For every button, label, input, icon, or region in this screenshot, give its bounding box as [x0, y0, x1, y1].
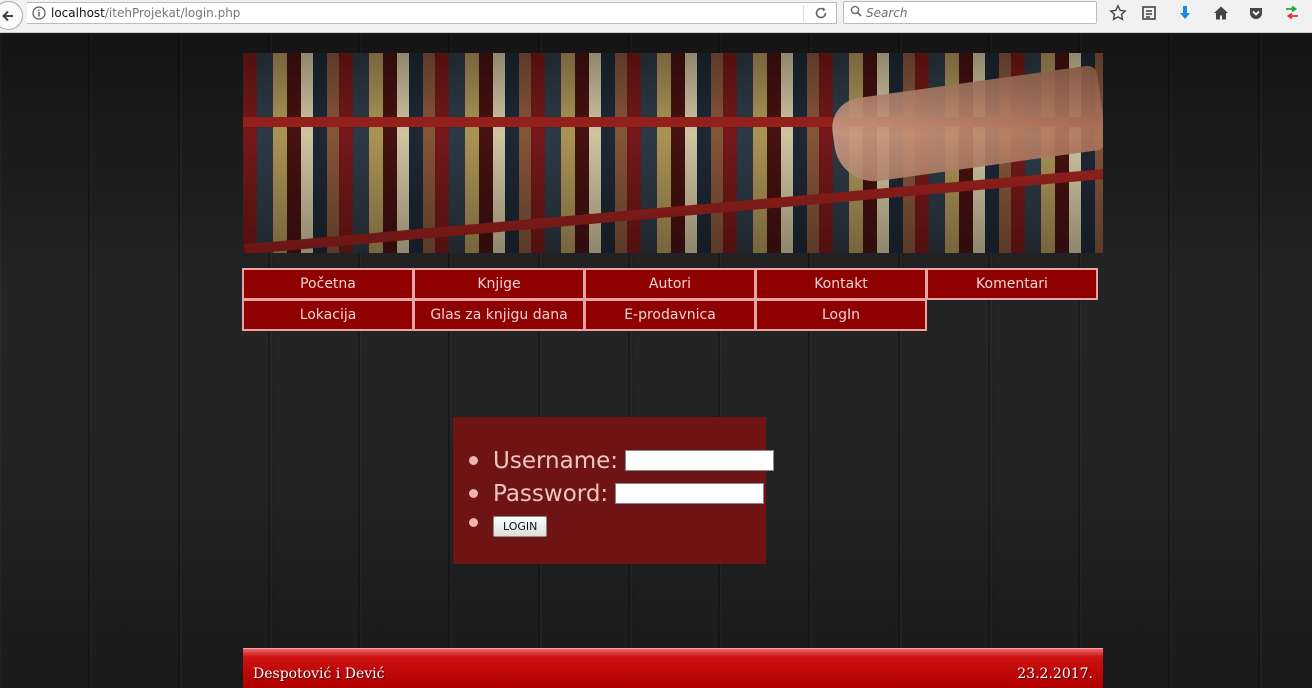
nav-item-kontakt[interactable]: Kontakt [755, 268, 927, 300]
pocket-icon[interactable] [1246, 3, 1266, 23]
password-row: Password: [469, 477, 774, 510]
username-row: Username: [469, 444, 774, 477]
login-fields-list: Username: Password: LOGIN [469, 444, 774, 543]
url-path: /itehProjekat/login.php [104, 6, 241, 20]
list-bullet [469, 518, 478, 527]
footer-date: 23.2.2017. [1017, 665, 1093, 682]
url-bar[interactable]: localhost/itehProjekat/login.php [27, 2, 837, 24]
list-bullet [469, 456, 478, 465]
search-placeholder: Search [866, 5, 908, 20]
password-label: Password: [493, 480, 609, 507]
login-button-row: LOGIN [469, 510, 774, 543]
url-host: localhost [51, 6, 105, 20]
password-input[interactable] [615, 483, 765, 504]
login-form: Username: Password: LOGIN [453, 417, 774, 564]
search-icon [850, 5, 862, 20]
url-divider [803, 5, 804, 21]
nav-row-1: Početna Knjige Autori Kontakt Komentari [242, 268, 1107, 300]
download-icon[interactable] [1175, 3, 1195, 23]
page-background: Početna Knjige Autori Kontakt Komentari … [0, 34, 1312, 688]
username-input[interactable] [625, 450, 774, 471]
nav-item-lokacija[interactable]: Lokacija [242, 299, 414, 331]
info-icon[interactable] [27, 6, 51, 20]
login-button[interactable]: LOGIN [493, 516, 548, 537]
sync-arrows-icon[interactable] [1282, 3, 1302, 23]
nav-item-knjige[interactable]: Knjige [413, 268, 585, 300]
back-arrow-icon [2, 10, 13, 21]
footer-authors: Despotović i Dević [253, 665, 385, 682]
header-banner-image [243, 53, 1103, 253]
nav-item-autori[interactable]: Autori [584, 268, 756, 300]
home-icon[interactable] [1211, 3, 1231, 23]
browser-toolbar: localhost/itehProjekat/login.php Search [0, 0, 1312, 33]
search-input[interactable]: Search [843, 1, 1097, 24]
nav-item-glas-za-knjigu-dana[interactable]: Glas za knjigu dana [413, 299, 585, 331]
back-button[interactable] [0, 1, 23, 30]
nav-item-login[interactable]: LogIn [755, 299, 927, 331]
banner-shade [243, 53, 1103, 253]
list-bullet [469, 489, 478, 498]
reading-list-icon[interactable] [1139, 3, 1159, 23]
nav-item-e-prodavnica[interactable]: E-prodavnica [584, 299, 756, 331]
reload-icon[interactable] [814, 6, 828, 23]
username-label: Username: [493, 447, 618, 474]
page-footer: Despotović i Dević 23.2.2017. [243, 648, 1103, 688]
nav-row-2: Lokacija Glas za knjigu dana E-prodavnic… [242, 299, 1107, 331]
nav-item-pocetna[interactable]: Početna [242, 268, 414, 300]
bookmark-star-icon[interactable] [1108, 3, 1128, 23]
nav-item-komentari[interactable]: Komentari [926, 268, 1098, 300]
main-navigation: Početna Knjige Autori Kontakt Komentari … [242, 268, 1107, 331]
